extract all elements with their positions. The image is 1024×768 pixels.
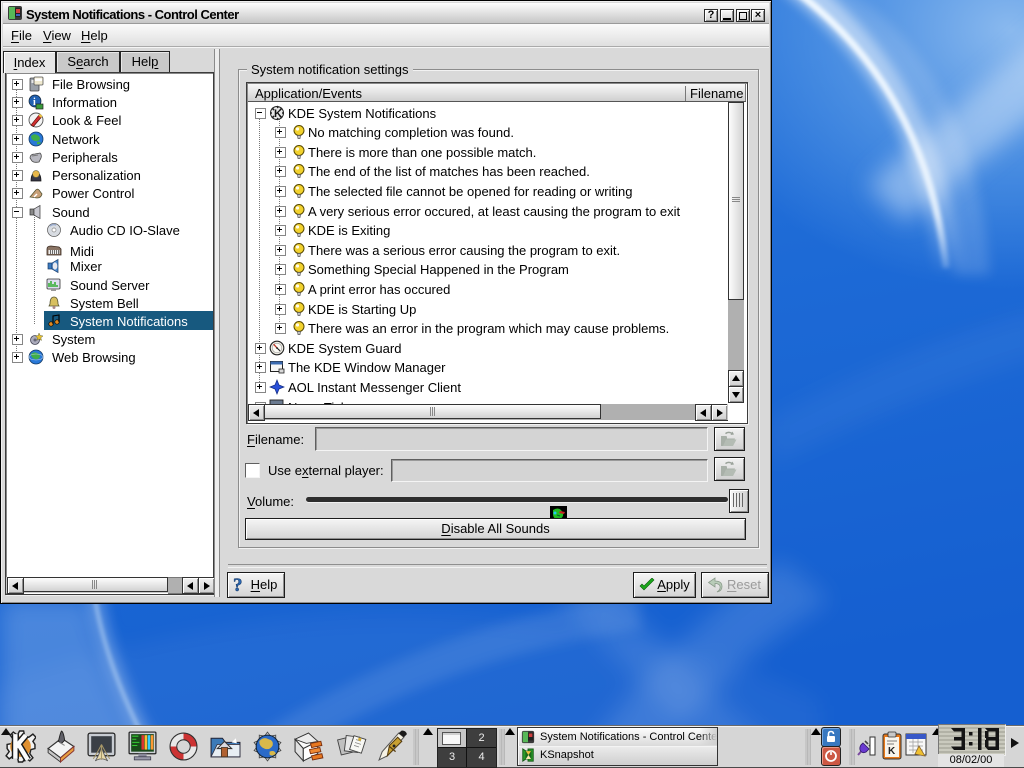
- svg-text:i: i: [33, 97, 36, 108]
- svg-text:K: K: [274, 108, 282, 120]
- svg-text:K: K: [888, 746, 896, 757]
- svg-text:?: ?: [233, 575, 243, 594]
